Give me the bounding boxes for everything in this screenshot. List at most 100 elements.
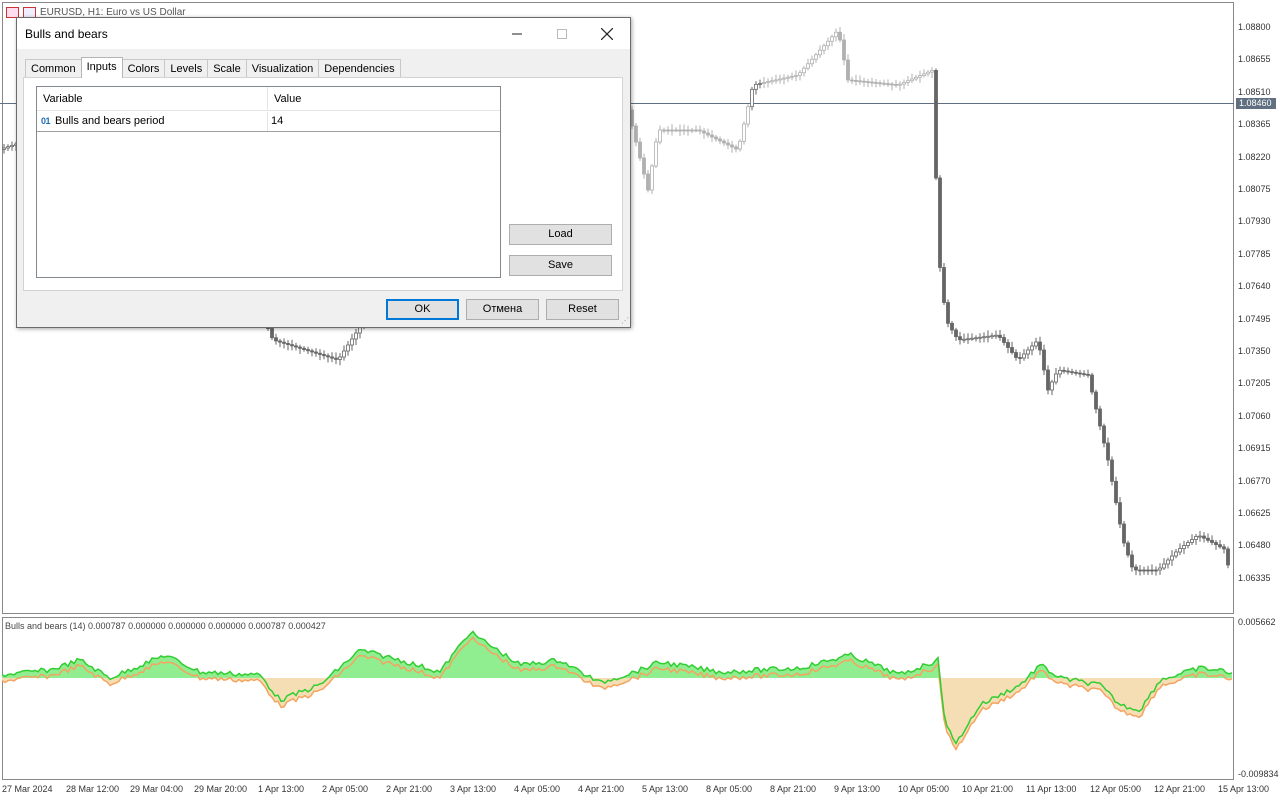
tab-common[interactable]: Common <box>25 59 82 78</box>
tab-inputs[interactable]: Inputs <box>80 57 123 78</box>
candle-body <box>1118 502 1122 525</box>
save-button[interactable]: Save <box>509 255 612 276</box>
candle-body <box>306 349 310 352</box>
candle-body <box>662 129 666 132</box>
minimize-button[interactable] <box>494 18 540 49</box>
candle-body <box>1066 370 1070 373</box>
candle-body <box>934 70 938 179</box>
candle-body <box>330 356 334 359</box>
tab-levels[interactable]: Levels <box>164 59 209 78</box>
candle-body <box>310 350 314 353</box>
price-tick-label: 1.07785 <box>1238 248 1271 259</box>
candle-body <box>1042 349 1046 371</box>
grid-header: Variable Value <box>37 87 500 111</box>
column-header-value[interactable]: Value <box>268 87 500 111</box>
load-button[interactable]: Load <box>509 224 612 245</box>
candle-body <box>878 82 882 85</box>
dialog-titlebar[interactable]: Bulls and bears <box>17 18 630 49</box>
candle-body <box>942 267 946 303</box>
candle-body <box>1034 341 1038 347</box>
price-tick-label: 1.06915 <box>1238 443 1271 454</box>
table-row[interactable]: 01 Bulls and bears period 14 <box>37 112 500 132</box>
candle-body <box>338 356 342 360</box>
candle-body <box>738 140 742 150</box>
candle-body <box>1062 369 1066 372</box>
candle-body <box>1134 566 1138 571</box>
tab-colors[interactable]: Colors <box>121 59 166 78</box>
candle-body <box>718 138 722 142</box>
price-tick-label: 1.08510 <box>1238 86 1271 97</box>
candle-body <box>666 129 670 132</box>
candle-body <box>1162 563 1166 569</box>
price-tick-label: 1.06770 <box>1238 475 1271 486</box>
value-cell[interactable]: 14 <box>268 112 500 131</box>
close-icon <box>601 27 613 40</box>
candle-body <box>690 129 694 132</box>
reset-button[interactable]: Reset <box>546 299 619 320</box>
candle-body <box>642 157 646 175</box>
candle-body <box>926 71 930 75</box>
candle-body <box>990 335 994 338</box>
candle-body <box>1094 391 1098 410</box>
candle-body <box>722 140 726 144</box>
candle-body <box>998 334 1002 338</box>
candle-body <box>670 129 674 132</box>
candle-body <box>1166 559 1170 565</box>
candle-body <box>754 83 758 90</box>
candle-body <box>354 332 358 340</box>
candle-body <box>1018 357 1022 359</box>
candle-body <box>910 78 914 82</box>
cancel-button[interactable]: Отмена <box>466 299 539 320</box>
candle-body <box>794 75 798 77</box>
candle-body <box>790 75 794 78</box>
candle-body <box>318 352 322 355</box>
candle-body <box>774 79 778 82</box>
tab-scale[interactable]: Scale <box>207 59 247 78</box>
candle-body <box>702 130 706 134</box>
candle-body <box>1226 548 1230 566</box>
close-button[interactable] <box>584 18 630 49</box>
time-tick-label: 12 Apr 21:00 <box>1154 784 1206 794</box>
candle-body <box>894 84 898 86</box>
tab-visualization[interactable]: Visualization <box>245 59 320 78</box>
candle-body <box>850 79 854 82</box>
candle-body <box>286 342 290 346</box>
inputs-grid: Variable Value 01 Bulls and bears period… <box>36 86 501 278</box>
candle-body <box>1030 345 1034 351</box>
candle-body <box>750 88 754 108</box>
candle-body <box>314 351 318 354</box>
candle-body <box>770 80 774 83</box>
tab-dependencies[interactable]: Dependencies <box>318 59 401 78</box>
candle-body <box>762 82 766 84</box>
candle-body <box>710 134 714 138</box>
price-tick-label: 1.06335 <box>1238 572 1271 583</box>
price-tick-label: 1.07205 <box>1238 378 1271 389</box>
candle-body <box>350 338 354 346</box>
candle-body <box>6 146 10 149</box>
indicator-pane-frame <box>2 617 1234 780</box>
candle-body <box>1154 569 1158 572</box>
resize-grip-icon[interactable]: ⋰ <box>619 316 629 326</box>
variable-cell: 01 Bulls and bears period <box>37 112 268 131</box>
price-tick-label: 1.06625 <box>1238 508 1271 518</box>
price-tick-label: 1.06480 <box>1238 540 1271 551</box>
candle-body <box>1194 536 1198 540</box>
candle-body <box>270 328 274 339</box>
candle-body <box>810 58 814 65</box>
candle-body <box>1038 341 1042 351</box>
candle-body <box>758 83 762 85</box>
candle-body <box>290 344 294 347</box>
candle-body <box>1058 369 1062 375</box>
ok-button[interactable]: OK <box>386 299 459 320</box>
dialog-tabs: Common Inputs Colors Levels Scale Visual… <box>25 57 401 78</box>
candle-body <box>1202 535 1206 539</box>
candle-body <box>1150 569 1154 572</box>
candle-body <box>342 350 346 358</box>
candle-body <box>658 129 662 143</box>
candle-body <box>1046 369 1050 391</box>
candle-body <box>1026 349 1030 355</box>
candle-body <box>674 129 678 132</box>
column-header-variable[interactable]: Variable <box>37 87 268 111</box>
price-tick-label: 1.08800 <box>1238 22 1271 32</box>
time-tick-label: 12 Apr 05:00 <box>1090 784 1142 794</box>
